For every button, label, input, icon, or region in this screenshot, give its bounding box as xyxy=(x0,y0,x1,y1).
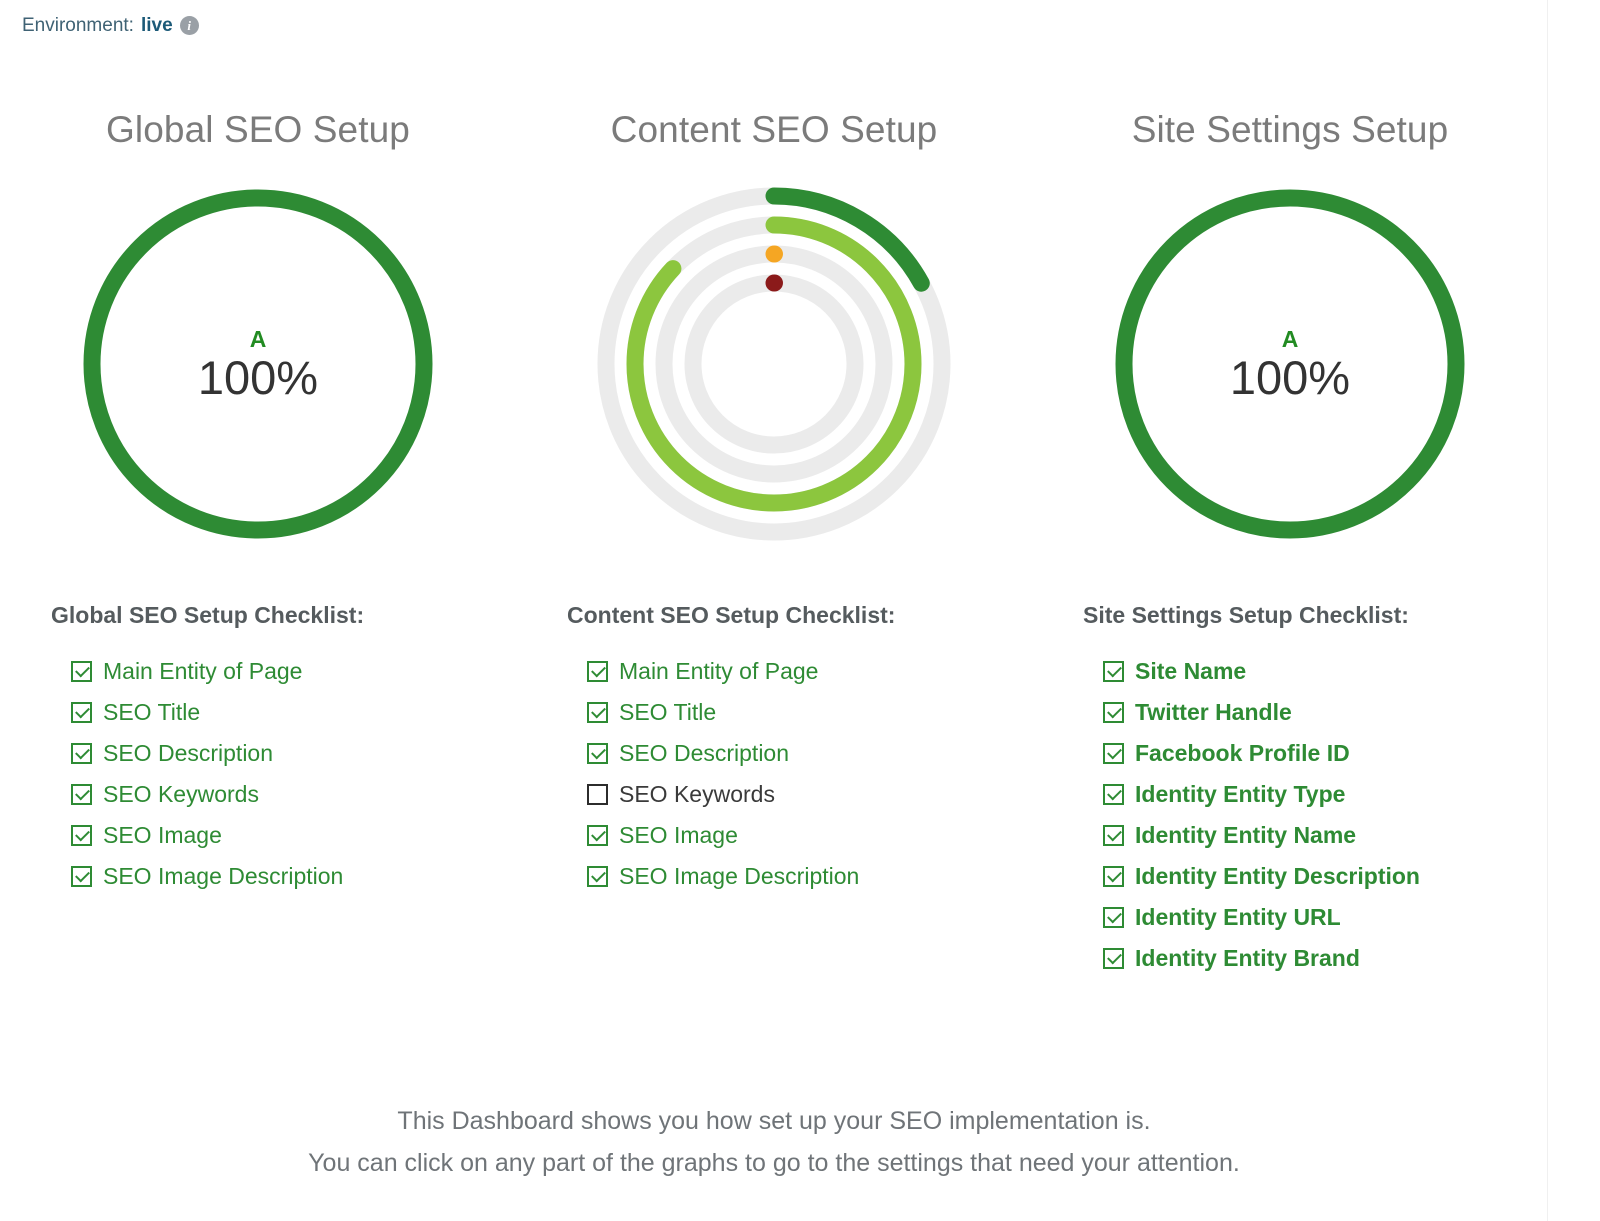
checklist-item-label: Identity Entity Name xyxy=(1135,822,1357,848)
checklist-item-label: Identity Entity Brand xyxy=(1135,945,1360,971)
checklist-item[interactable]: SEO Description xyxy=(559,733,989,774)
column-site-settings: Site Settings Setup A 100% Site Settings… xyxy=(1032,100,1548,979)
checklist-item[interactable]: SEO Title xyxy=(559,692,989,733)
checklist-item[interactable]: Main Entity of Page xyxy=(43,651,473,692)
footer-line-1: This Dashboard shows you how set up your… xyxy=(397,1107,1151,1135)
checklist-item-label: SEO Image Description xyxy=(619,863,860,889)
dashboard-panel: Environment: live i Global SEO Setup A 1… xyxy=(0,0,1548,1221)
checklist-item[interactable]: Identity Entity Brand xyxy=(1075,938,1505,979)
checklist-title: Site Settings Setup Checklist: xyxy=(1083,602,1409,628)
gauge-columns: Global SEO Setup A 100% Global SEO Setup… xyxy=(0,100,1548,979)
dashboard-footer: This Dashboard shows you how set up your… xyxy=(0,1100,1548,1184)
checklist-item-label: SEO Image xyxy=(103,822,222,848)
checklist-item[interactable]: SEO Image xyxy=(43,815,473,856)
checklist-item[interactable]: Identity Entity Type xyxy=(1075,774,1505,815)
checklist-item[interactable]: SEO Image Description xyxy=(559,856,989,897)
column-title: Global SEO Setup xyxy=(106,109,410,150)
checklist-site-settings: Site Settings Setup Checklist: Site Name… xyxy=(1075,602,1505,979)
checkbox-checked-icon[interactable] xyxy=(71,661,92,682)
gauge-track-inner xyxy=(684,274,864,454)
gauge-site-settings-svg[interactable] xyxy=(1100,174,1480,554)
checklist-title: Content SEO Setup Checklist: xyxy=(567,602,896,628)
checkbox-checked-icon[interactable] xyxy=(71,702,92,723)
checklist-item-label: Identity Entity URL xyxy=(1135,904,1341,930)
checklist-item[interactable]: Twitter Handle xyxy=(1075,692,1505,733)
checklist-content-seo: Content SEO Setup Checklist: Main Entity… xyxy=(559,602,989,897)
checkbox-checked-icon[interactable] xyxy=(1103,661,1124,682)
checklist-item-label: SEO Title xyxy=(619,699,717,725)
checklist-item[interactable]: Main Entity of Page xyxy=(559,651,989,692)
checklist-item[interactable]: SEO Image Description xyxy=(43,856,473,897)
checkbox-checked-icon[interactable] xyxy=(1103,948,1124,969)
checkbox-checked-icon[interactable] xyxy=(1103,907,1124,928)
checklist-item[interactable]: SEO Keywords xyxy=(559,774,989,815)
checkbox-checked-icon[interactable] xyxy=(71,784,92,805)
checklist-item-label: Identity Entity Description xyxy=(1135,863,1420,889)
checklist-item[interactable]: Identity Entity Description xyxy=(1075,856,1505,897)
checkbox-checked-icon[interactable] xyxy=(1103,825,1124,846)
checklist-item[interactable]: SEO Keywords xyxy=(43,774,473,815)
checkbox-checked-icon[interactable] xyxy=(587,743,608,764)
column-global-seo: Global SEO Setup A 100% Global SEO Setup… xyxy=(0,100,516,979)
checkbox-checked-icon[interactable] xyxy=(587,825,608,846)
checklist-item[interactable]: SEO Image xyxy=(559,815,989,856)
checklist-item-label: SEO Image Description xyxy=(103,863,344,889)
environment-label: Environment: xyxy=(22,15,134,36)
checklist-item[interactable]: Facebook Profile ID xyxy=(1075,733,1505,774)
column-title: Site Settings Setup xyxy=(1131,109,1449,150)
checklist-item-label: Facebook Profile ID xyxy=(1135,740,1350,766)
checklist-item-label: SEO Image xyxy=(619,822,738,848)
checklist-item[interactable]: Identity Entity URL xyxy=(1075,897,1505,938)
checkbox-checked-icon[interactable] xyxy=(71,743,92,764)
gauge-global-seo[interactable]: A 100% xyxy=(68,174,448,554)
checklist-item-label: SEO Description xyxy=(103,740,274,766)
checkbox-checked-icon[interactable] xyxy=(1103,784,1124,805)
checkbox-checked-icon[interactable] xyxy=(587,866,608,887)
info-icon[interactable]: i xyxy=(179,16,199,35)
gauge-site-settings[interactable]: A 100% xyxy=(1100,174,1480,554)
checklist-item[interactable]: Site Name xyxy=(1075,651,1505,692)
checklist-item-label: SEO Title xyxy=(103,699,201,725)
environment-value[interactable]: live xyxy=(141,16,173,35)
checklist-item-label: Twitter Handle xyxy=(1135,699,1292,725)
column-title: Content SEO Setup xyxy=(610,109,938,150)
checklist-item-label: SEO Description xyxy=(619,740,790,766)
checklist-item-label: Site Name xyxy=(1135,658,1247,684)
checklist-item-label: Identity Entity Type xyxy=(1135,781,1346,807)
checkbox-unchecked-icon[interactable] xyxy=(587,784,608,805)
environment-bar: Environment: live i xyxy=(22,16,199,35)
checklist-item[interactable]: Identity Entity Name xyxy=(1075,815,1505,856)
gauge-content-seo[interactable] xyxy=(584,174,964,554)
checklist-item[interactable]: SEO Description xyxy=(43,733,473,774)
checklist-item[interactable]: SEO Title xyxy=(43,692,473,733)
checklist-global-seo: Global SEO Setup Checklist: Main Entity … xyxy=(43,602,473,897)
checkbox-checked-icon[interactable] xyxy=(1103,743,1124,764)
gauge-ring-site-settings[interactable] xyxy=(1115,189,1465,539)
checklist-item-label: SEO Keywords xyxy=(619,781,775,807)
checkbox-checked-icon[interactable] xyxy=(1103,702,1124,723)
checklist-item-label: Main Entity of Page xyxy=(103,658,303,684)
checklist-title: Global SEO Setup Checklist: xyxy=(51,602,365,628)
column-content-seo: Content SEO Setup Content SEO Setup Chec… xyxy=(516,100,1032,979)
footer-line-2: You can click on any part of the graphs … xyxy=(308,1149,1240,1177)
checkbox-checked-icon[interactable] xyxy=(587,702,608,723)
checklist-item-label: SEO Keywords xyxy=(103,781,259,807)
gauge-global-seo-svg[interactable] xyxy=(68,174,448,554)
checkbox-checked-icon[interactable] xyxy=(587,661,608,682)
gauge-content-seo-svg[interactable] xyxy=(584,174,964,554)
checkbox-checked-icon[interactable] xyxy=(1103,866,1124,887)
checkbox-checked-icon[interactable] xyxy=(71,866,92,887)
gauge-arc-second[interactable] xyxy=(626,216,922,512)
gauge-ring-global-seo[interactable] xyxy=(83,189,433,539)
checklist-item-label: Main Entity of Page xyxy=(619,658,819,684)
checkbox-checked-icon[interactable] xyxy=(71,825,92,846)
